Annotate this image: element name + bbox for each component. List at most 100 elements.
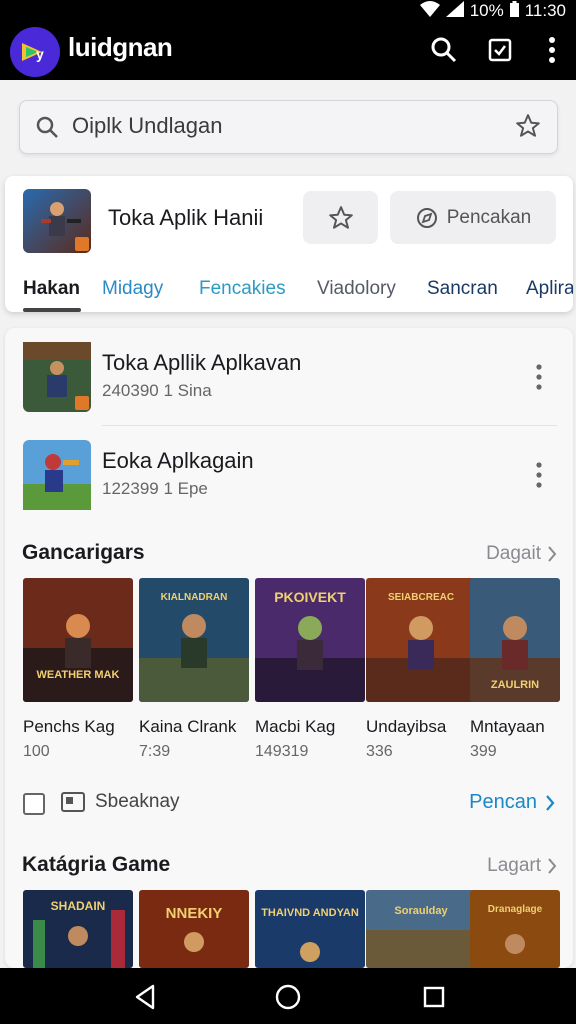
game-cover-text: WEATHER MAK	[37, 669, 120, 681]
game-cover-image: SEIABCREAC	[366, 578, 476, 702]
star-icon	[328, 205, 353, 229]
game-tile[interactable]: THAIVND ANDYAN	[255, 890, 365, 973]
game-tile[interactable]: SHADAIN	[23, 890, 133, 973]
chevron-right-icon	[548, 546, 557, 562]
favorite-button[interactable]	[303, 191, 378, 244]
clock: 11:30	[524, 1, 566, 20]
search-icon[interactable]	[428, 34, 460, 66]
game-cover-image: PKOIVEKT	[255, 578, 365, 702]
pencan-label: Pencan	[469, 791, 537, 813]
featured-app-thumbnail[interactable]	[23, 189, 91, 253]
game-cover-image: ZAULRIN	[470, 578, 560, 702]
more-vert-icon[interactable]	[527, 460, 551, 490]
game-name: Penchs Kag	[23, 717, 115, 736]
game-cover-text: ZAULRIN	[491, 679, 539, 691]
tab-hakan[interactable]: Hakan	[23, 278, 80, 300]
battery-icon	[509, 0, 519, 22]
game-cover-image: Soraulday	[366, 890, 476, 968]
game-count: 149319	[255, 743, 309, 760]
check-square-icon[interactable]	[484, 34, 516, 66]
search-bar	[19, 100, 558, 154]
more-vert-icon[interactable]	[536, 34, 568, 66]
main-panel: Toka Apllik Aplkavan 240390 1 Sina Eoka …	[5, 328, 573, 968]
tab-fencakies[interactable]: Fencakies	[199, 278, 286, 300]
list-item-title: Toka Apllik Aplkavan	[102, 350, 302, 375]
list-item-title: Eoka Aplkagain	[102, 448, 254, 473]
compass-icon	[416, 207, 437, 228]
tab-viadolory[interactable]: Viadolory	[317, 278, 396, 300]
list-item-subtitle: 122399 1 Epe	[102, 479, 208, 498]
game-cover-image: NNEKIY	[139, 890, 249, 968]
section-link-label: Dagait	[486, 543, 541, 564]
game-cover-image: THAIVND ANDYAN	[255, 890, 365, 968]
pencakan-label: Pencakan	[446, 206, 532, 228]
game-name: Macbi Kag	[255, 717, 336, 736]
star-icon[interactable]	[515, 113, 541, 144]
app-title: luidgnan	[68, 32, 173, 62]
game-tile[interactable]: SEIABCREAC Undayibsa 336	[366, 578, 476, 761]
tab-indicator	[23, 308, 81, 312]
featured-title: Toka Aplik Hanii	[108, 205, 264, 230]
game-name: Mntayaan	[470, 717, 545, 736]
game-tile[interactable]: Dranaglage	[470, 890, 576, 973]
home-icon[interactable]	[273, 982, 303, 1012]
tab-sancran[interactable]: Sancran	[427, 278, 498, 300]
search-icon	[35, 115, 59, 144]
search-input[interactable]	[72, 101, 502, 151]
game-count: 100	[23, 743, 50, 760]
app-thumbnail	[23, 342, 91, 412]
game-cover-image: WEATHER MAK	[23, 578, 133, 702]
status-bar: 10% 11:30	[0, 0, 576, 22]
tab-aplira[interactable]: Aplira	[526, 278, 573, 300]
game-tile[interactable]: Soraulday	[366, 890, 476, 973]
checkbox[interactable]	[23, 793, 45, 815]
more-vert-icon[interactable]	[527, 362, 551, 392]
sbeaknay-row: Sbeaknay	[61, 791, 180, 813]
game-tile[interactable]: ZAULRIN Mntayaan 399	[470, 578, 576, 761]
card-icon	[61, 792, 85, 812]
list-item-subtitle: 240390 1 Sina	[102, 381, 212, 400]
pencan-link[interactable]: Pencan	[469, 791, 555, 814]
section-link-label: Lagart	[487, 855, 541, 876]
svg-text:y: y	[36, 46, 44, 62]
section-see-all-link[interactable]: Dagait	[486, 543, 557, 565]
game-tile[interactable]: PKOIVEKT Macbi Kag 149319	[255, 578, 365, 761]
section-title: Gancarigars	[22, 541, 145, 564]
signal-icon	[445, 0, 464, 22]
game-tile[interactable]: NNEKIY	[139, 890, 249, 973]
game-cover-text: NNEKIY	[166, 905, 223, 922]
list-item[interactable]: Toka Apllik Aplkavan 240390 1 Sina	[5, 328, 573, 424]
game-count: 7:39	[139, 743, 171, 760]
app-thumbnail	[23, 440, 91, 510]
game-tile[interactable]: KIALNADRAN Kaina Clrank 7:39	[139, 578, 249, 761]
game-cover-image: KIALNADRAN	[139, 578, 249, 702]
recents-icon[interactable]	[419, 982, 449, 1012]
game-cover-text: Dranaglage	[488, 904, 543, 915]
pencakan-button[interactable]: Pencakan	[390, 191, 556, 244]
game-cover-text: Soraulday	[394, 905, 448, 917]
game-count: 399	[470, 743, 497, 760]
section-see-all-link[interactable]: Lagart	[487, 855, 557, 877]
wifi-icon	[419, 0, 440, 22]
system-nav-bar	[0, 968, 576, 1024]
app-bar: y luidgnan	[0, 22, 576, 80]
game-tile[interactable]: WEATHER MAK Penchs Kag 100	[23, 578, 133, 761]
game-count: 336	[366, 743, 393, 760]
game-cover-text: KIALNADRAN	[161, 592, 228, 603]
app-logo-icon: y	[10, 27, 60, 77]
tab-bar: Hakan Midagy Fencakies Viadolory Sancran…	[5, 264, 573, 312]
game-cover-image: Dranaglage	[470, 890, 560, 968]
back-icon[interactable]	[130, 982, 160, 1012]
game-name: Kaina Clrank	[139, 717, 237, 736]
section-title: Katágria Game	[22, 853, 171, 876]
chevron-right-icon	[548, 858, 557, 874]
game-name: Undayibsa	[366, 717, 447, 736]
tab-midagy[interactable]: Midagy	[102, 278, 163, 300]
game-cover-text: PKOIVEKT	[274, 589, 346, 605]
list-item[interactable]: Eoka Aplkagain 122399 1 Epe	[5, 426, 573, 522]
game-cover-text: SEIABCREAC	[388, 592, 454, 603]
featured-card: Toka Aplik Hanii Pencakan Hakan Midagy F…	[5, 176, 573, 312]
game-cover-text: SHADAIN	[51, 899, 106, 913]
game-cover-text: THAIVND ANDYAN	[261, 907, 359, 919]
battery-level: 10%	[469, 1, 504, 20]
